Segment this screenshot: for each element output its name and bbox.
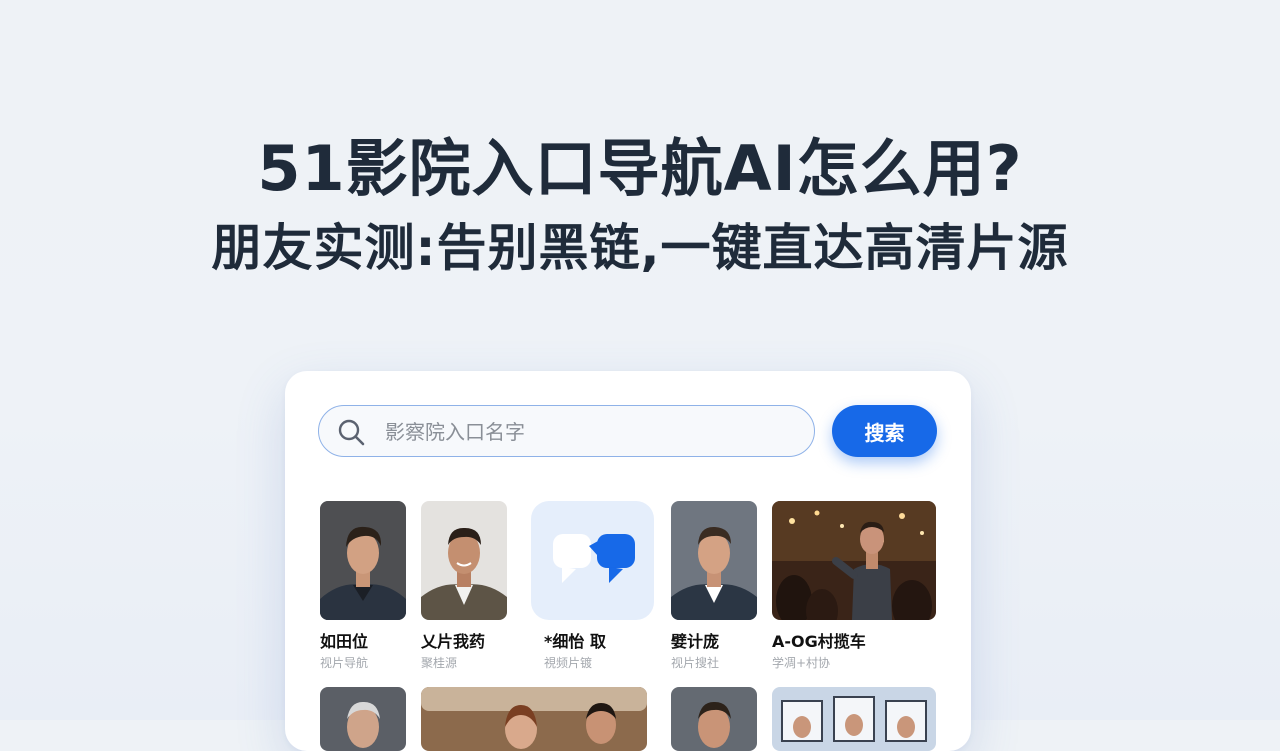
result-subtitle: 视片搜社 xyxy=(671,656,720,670)
chat-bubbles-icon xyxy=(531,501,654,620)
page-title: 51影院入口导航AI怎么用? xyxy=(257,132,1023,205)
portrait-thumbnail xyxy=(320,501,406,620)
result-title: A-OG村揽车 xyxy=(772,632,866,651)
portrait-thumbnail xyxy=(671,687,757,751)
result-subtitle: 視频片镀 xyxy=(544,656,593,670)
result-subtitle: 学凋+村协 xyxy=(772,656,831,670)
result-subtitle: 聚桂源 xyxy=(421,656,458,670)
search-box[interactable] xyxy=(318,405,815,458)
portrait-thumbnail xyxy=(320,687,406,751)
result-title: 嬖计庞 xyxy=(671,632,720,651)
result-title: 如田位 xyxy=(320,632,369,651)
page-subtitle: 朋友实测:告别黑链,一键直达高清片源 xyxy=(211,219,1069,277)
group-photo-thumbnail xyxy=(421,687,647,751)
search-card: 搜索 如田位 视片导航 乂片我药 聚桂源 xyxy=(285,371,971,751)
portrait-thumbnail xyxy=(421,501,507,620)
result-subtitle: 视片导航 xyxy=(320,656,369,670)
group-photo-thumbnail xyxy=(772,687,936,751)
search-input[interactable] xyxy=(383,406,797,458)
search-icon xyxy=(338,419,365,446)
crowd-thumbnail xyxy=(772,501,936,620)
search-button[interactable]: 搜索 xyxy=(832,405,937,457)
portrait-thumbnail xyxy=(671,501,757,620)
result-title: *细怡 取 xyxy=(544,632,606,651)
result-title: 乂片我药 xyxy=(421,632,486,651)
